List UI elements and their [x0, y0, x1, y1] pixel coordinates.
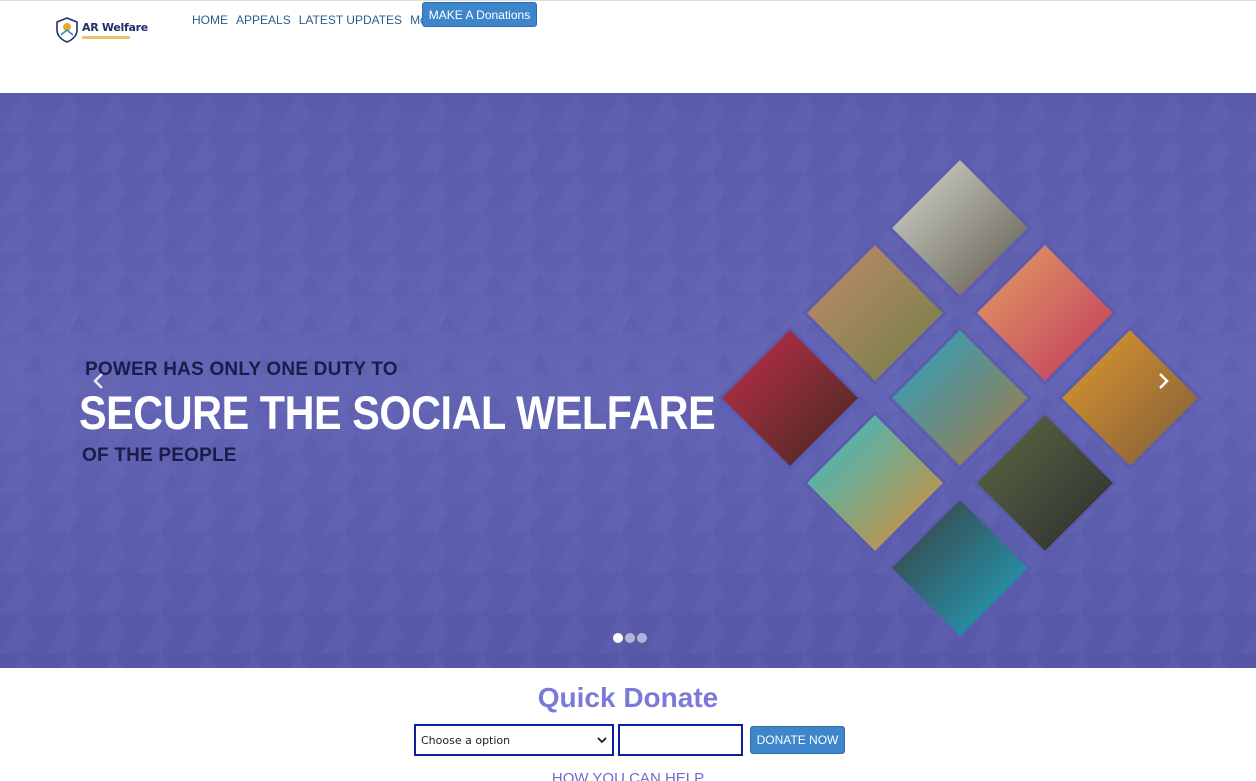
carousel-prev-button[interactable]	[88, 369, 108, 393]
carousel-indicator-2[interactable]	[625, 633, 635, 643]
chevron-right-icon	[1159, 373, 1169, 389]
carousel-indicator-1[interactable]	[613, 633, 623, 643]
donation-option-select[interactable]: Choose a option	[414, 724, 614, 756]
quick-donate-title: Quick Donate	[537, 682, 719, 713]
hero-tagline-top: POWER HAS ONLY ONE DUTY TO	[85, 359, 398, 380]
site-header: AR Welfare HOME APPEALS LATEST UPDATES M…	[0, 0, 1256, 93]
main-nav: HOME APPEALS LATEST UPDATES More	[192, 13, 458, 27]
nav-latest-updates[interactable]: LATEST UPDATES	[299, 13, 402, 27]
chevron-down-icon	[597, 737, 607, 744]
donation-amount-input[interactable]	[618, 724, 743, 756]
nav-home[interactable]: HOME	[192, 13, 228, 27]
site-logo[interactable]: AR Welfare	[30, 7, 150, 63]
donate-now-button[interactable]: DONATE NOW	[750, 726, 845, 754]
carousel-next-button[interactable]	[1154, 369, 1174, 393]
make-donation-button[interactable]: MAKE A Donations	[422, 2, 537, 27]
hero-headline: SECURE THE SOCIAL WELFARE	[79, 386, 716, 439]
carousel-indicators	[613, 633, 647, 643]
nav-appeals[interactable]: APPEALS	[236, 13, 291, 27]
how-you-can-help-heading: HOW YOU CAN HELP	[551, 770, 705, 781]
hero-carousel: POWER HAS ONLY ONE DUTY TO SECURE THE SO…	[0, 93, 1256, 668]
logo-emblem-icon	[56, 17, 78, 43]
donation-option-value: Choose a option	[421, 733, 511, 747]
quick-donate-form: Choose a option DONATE NOW	[414, 724, 845, 756]
page: AR Welfare HOME APPEALS LATEST UPDATES M…	[0, 0, 1256, 781]
chevron-left-icon	[93, 373, 103, 389]
hero-tagline-bottom: OF THE PEOPLE	[82, 445, 237, 466]
carousel-indicator-3[interactable]	[637, 633, 647, 643]
logo-tagline	[82, 36, 130, 39]
logo-text: AR Welfare	[82, 21, 148, 34]
hero-photo-mosaic	[717, 155, 1203, 641]
